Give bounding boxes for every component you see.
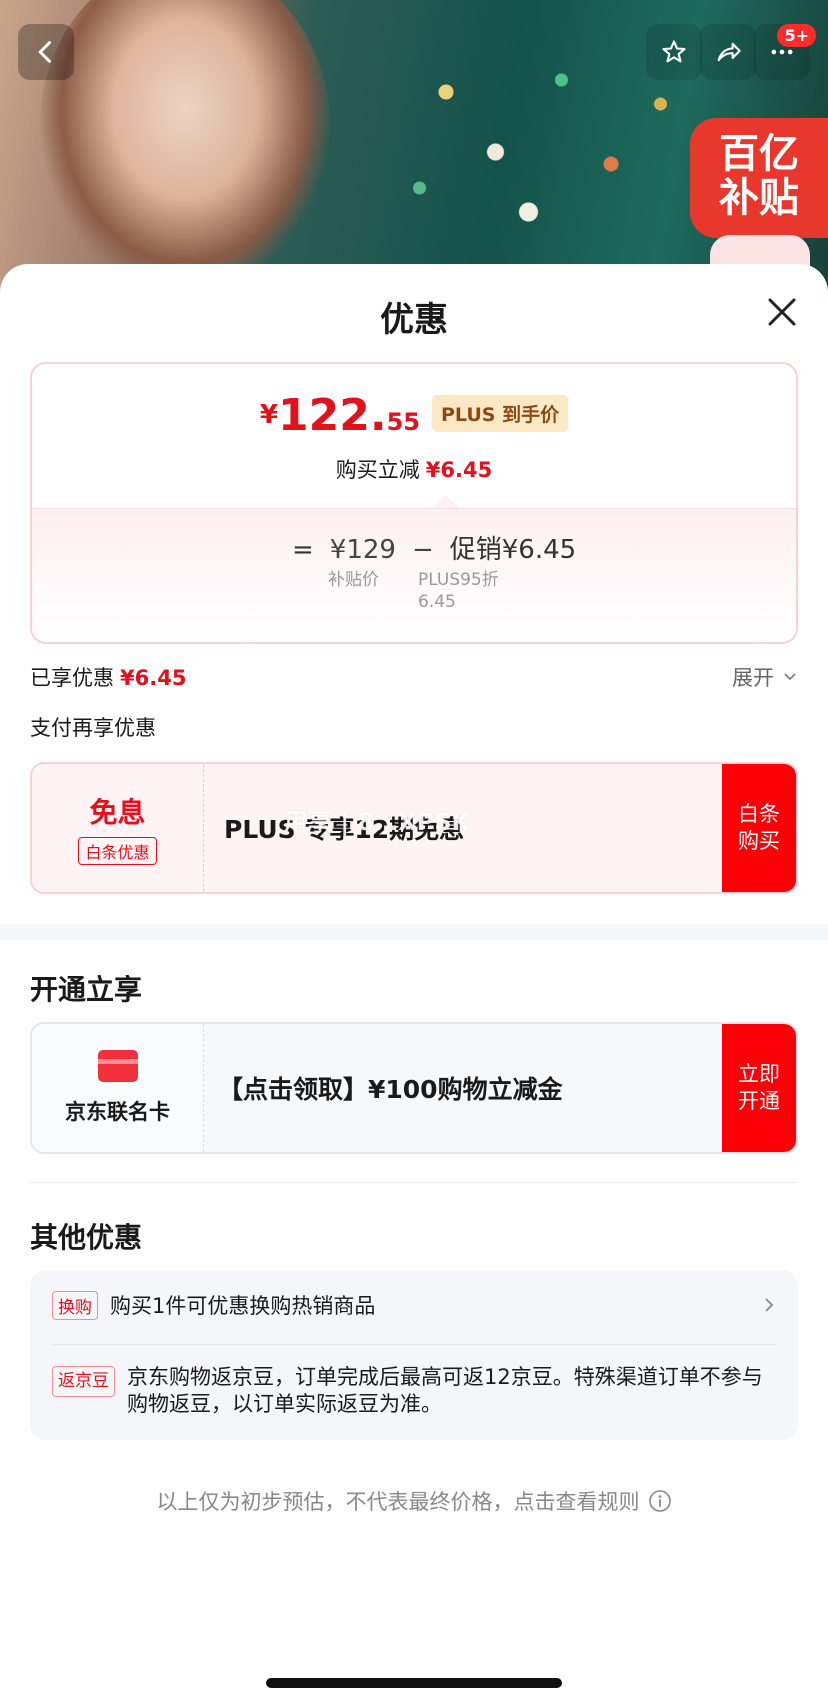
disclaimer[interactable]: 以上仅为初步预估，不代表最终价格，点击查看规则 — [0, 1486, 828, 1516]
expand-toggle[interactable]: 展开 — [732, 662, 798, 692]
enjoyed-value: ¥6.45 — [120, 666, 187, 690]
row-separator — [52, 1344, 776, 1345]
baitiao-btn-line1: 白条 — [738, 802, 780, 826]
home-indicator[interactable] — [266, 1678, 562, 1688]
promo-amount: 促销¥6.45 — [449, 535, 577, 565]
favorite-button[interactable] — [646, 24, 702, 80]
equals-sign: = — [292, 535, 314, 565]
jingdou-row: 返京豆 京东购物返京豆，订单完成后最高可返12京豆。特殊渠道订单不参与购物返豆，… — [52, 1364, 776, 1418]
baitiao-left: 免息 白条优惠 — [32, 764, 204, 892]
star-icon — [662, 40, 686, 63]
baitiao-card[interactable]: 免息 白条优惠 PLUS 专享12期免息 用享 | 8…XPSK 白条 购买 — [30, 762, 798, 894]
sheet-title: 优惠 — [380, 300, 448, 340]
share-button[interactable] — [700, 24, 756, 80]
open-now-button[interactable]: 立即 开通 — [722, 1024, 796, 1152]
chevron-right-icon — [765, 1298, 774, 1312]
subsidy-line1: 百亿 — [719, 131, 799, 177]
back-icon — [38, 41, 51, 63]
back-button[interactable] — [18, 24, 74, 80]
baitiao-buy-button[interactable]: 白条 购买 — [722, 764, 796, 892]
price-breakdown: = ¥129 − 促销¥6.45 补贴价 PLUS95折 6.45 — [32, 508, 796, 642]
interest-free-label: 免息 — [89, 796, 146, 829]
product-illustration — [40, 0, 330, 290]
price-yen: ¥ — [259, 400, 279, 430]
enjoyed-discount: 已享优惠 ¥6.45 — [30, 662, 186, 692]
price-decimal: 55 — [386, 408, 420, 436]
expand-label: 展开 — [732, 666, 774, 690]
promo-detail: PLUS95折 6.45 — [418, 569, 499, 613]
subsidy-line2: 补贴 — [719, 175, 799, 221]
price-summary: ¥ 122. 55 PLUS 到手价 购买立减 ¥6.45 — [32, 364, 796, 509]
jingdou-tag: 返京豆 — [52, 1366, 115, 1397]
jd-card-offer[interactable]: 京东联名卡 【点击领取】¥100购物立减金 立即 开通 — [30, 1022, 798, 1154]
divider-line — [30, 1182, 798, 1183]
enjoyed-label: 已享优惠 — [30, 666, 114, 690]
open-btn-line1: 立即 — [738, 1062, 780, 1086]
baitiao-tag: 白条优惠 — [78, 837, 157, 865]
close-icon[interactable] — [764, 294, 800, 330]
notification-badge: 5+ — [777, 24, 816, 47]
notch — [432, 495, 460, 509]
subsidy-badge: 百亿 补贴 — [690, 118, 828, 238]
plus-price-tag: PLUS 到手价 — [431, 395, 569, 432]
reduce-line: 购买立减 ¥6.45 — [32, 454, 796, 484]
minus-sign: − — [411, 535, 434, 565]
exchange-row[interactable]: 换购 购买1件可优惠换购热销商品 — [52, 1290, 776, 1320]
other-discounts-box: 换购 购买1件可优惠换购热销商品 返京豆 京东购物返京豆，订单完成后最高可返12… — [30, 1270, 798, 1440]
final-price: ¥ 122. 55 PLUS 到手价 — [32, 394, 796, 438]
share-icon — [717, 42, 741, 62]
other-discounts-title: 其他优惠 — [30, 1221, 143, 1254]
disclaimer-text: 以上仅为初步预估，不代表最终价格，点击查看规则 — [156, 1490, 640, 1514]
reduce-value: ¥6.45 — [425, 458, 493, 482]
open-section-title: 开通立享 — [30, 973, 143, 1006]
watermark: 用享 | 8…XPSK — [284, 808, 471, 836]
section-divider — [0, 924, 828, 940]
promo-detail-line1: PLUS95折 — [418, 570, 499, 590]
exchange-tag: 换购 — [52, 1290, 98, 1320]
jd-card-desc: 【点击领取】¥100购物立减金 — [218, 1075, 563, 1104]
info-icon — [648, 1490, 671, 1512]
base-price-label: 补贴价 — [328, 570, 379, 590]
promo-detail-line2: 6.45 — [418, 592, 456, 612]
baitiao-desc-area: PLUS 专享12期免息 用享 | 8…XPSK — [204, 764, 722, 892]
jd-card-left: 京东联名卡 — [32, 1024, 204, 1152]
chevron-down-icon — [784, 673, 796, 681]
pay-discount-title: 支付再享优惠 — [30, 716, 156, 740]
jd-card-name: 京东联名卡 — [65, 1100, 170, 1124]
base-price: ¥129 — [329, 535, 396, 565]
price-card: ¥ 122. 55 PLUS 到手价 购买立减 ¥6.45 = ¥129 − 促销… — [30, 362, 798, 644]
discount-sheet: 优惠 ¥ 122. 55 PLUS 到手价 购买立减 ¥6.45 = ¥129 −… — [0, 264, 828, 1704]
baitiao-btn-line2: 购买 — [738, 829, 780, 853]
open-btn-line2: 开通 — [738, 1089, 780, 1113]
price-integer: 122. — [278, 390, 387, 441]
card-icon — [97, 1050, 138, 1082]
jingdou-text: 京东购物返京豆，订单完成后最高可返12京豆。特殊渠道订单不参与购物返豆，以订单实… — [127, 1365, 763, 1416]
calc-row: = ¥129 − 促销¥6.45 — [292, 529, 576, 566]
exchange-text: 购买1件可优惠换购热销商品 — [110, 1294, 376, 1318]
reduce-label: 购买立减 — [335, 458, 420, 482]
